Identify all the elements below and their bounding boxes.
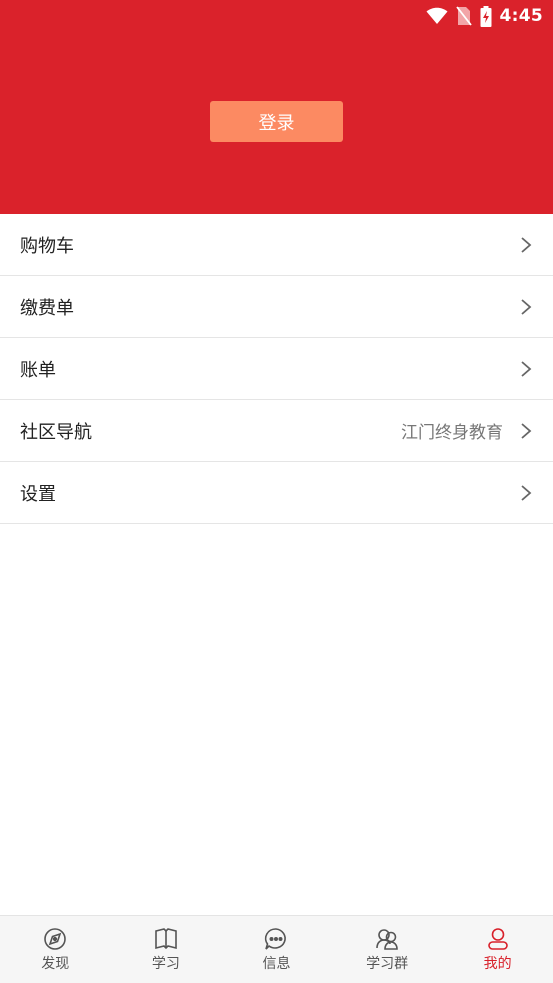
menu-item-value: 江门终身教育 xyxy=(401,423,503,443)
tab-label: 学习群 xyxy=(366,956,409,972)
chevron-right-icon xyxy=(521,360,532,377)
no-sim-icon xyxy=(455,6,472,26)
menu-item-community-navigation[interactable]: 社区导航 江门终身教育 xyxy=(0,400,553,462)
compass-icon xyxy=(44,928,67,950)
menu-item-label: 缴费单 xyxy=(20,297,74,319)
login-button[interactable]: 登录 xyxy=(210,101,343,142)
chevron-right-icon xyxy=(521,484,532,501)
tab-label: 我的 xyxy=(483,956,512,972)
chat-bubble-icon xyxy=(265,928,287,950)
tab-label: 学习 xyxy=(151,956,180,972)
menu-item-label: 购物车 xyxy=(20,235,74,257)
menu-item-label: 社区导航 xyxy=(20,421,92,443)
profile-header: 4:45 登录 xyxy=(0,0,553,214)
tab-learn[interactable]: 学习 xyxy=(111,916,222,983)
menu-item-label: 账单 xyxy=(20,359,56,381)
chevron-right-icon xyxy=(521,298,532,315)
book-icon xyxy=(155,928,177,950)
menu-item-settings[interactable]: 设置 xyxy=(0,462,553,524)
menu-item-bill[interactable]: 账单 xyxy=(0,338,553,400)
tab-discover[interactable]: 发现 xyxy=(0,916,111,983)
status-bar: 4:45 xyxy=(426,4,543,28)
menu-list: 购物车 缴费单 账单 社区导航 江门终身教育 设置 xyxy=(0,214,553,524)
menu-item-cart[interactable]: 购物车 xyxy=(0,214,553,276)
tab-study-group[interactable]: 学习群 xyxy=(332,916,443,983)
menu-item-payment-bills[interactable]: 缴费单 xyxy=(0,276,553,338)
tab-messages[interactable]: 信息 xyxy=(221,916,332,983)
battery-charging-icon xyxy=(480,5,492,27)
tab-label: 信息 xyxy=(262,956,291,972)
status-time: 4:45 xyxy=(499,6,543,26)
menu-item-label: 设置 xyxy=(20,483,56,505)
bottom-tab-bar: 发现 学习 信息 学习群 我的 xyxy=(0,915,553,983)
chevron-right-icon xyxy=(521,422,532,439)
tab-label: 发现 xyxy=(41,956,70,972)
chevron-right-icon xyxy=(521,236,532,253)
wifi-icon xyxy=(426,7,448,24)
user-icon xyxy=(487,928,508,950)
group-icon xyxy=(376,929,398,950)
tab-mine[interactable]: 我的 xyxy=(442,916,553,983)
